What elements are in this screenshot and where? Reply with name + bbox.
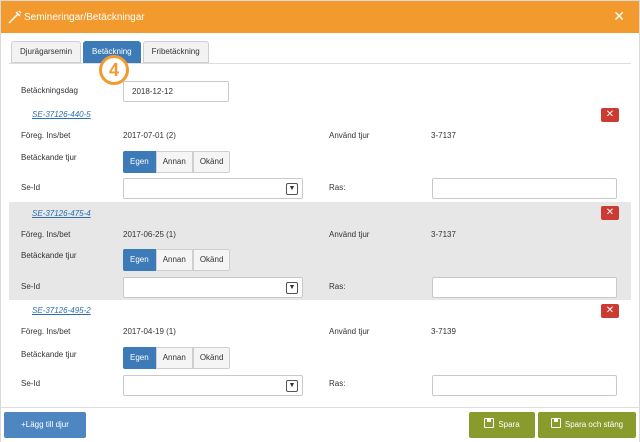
se-id-select[interactable]: ▼ — [123, 178, 303, 199]
breed-label: Ras: — [329, 282, 346, 291]
bull-used-value: 3-7137 — [431, 230, 456, 239]
se-id-label: Se-Id — [21, 282, 41, 291]
delete-icon[interactable]: ✕ — [601, 108, 619, 122]
prev-label: Föreg. Ins/bet — [21, 230, 71, 239]
chevron-down-icon[interactable]: ▼ — [286, 282, 298, 294]
option-egen[interactable]: Egen — [123, 249, 156, 271]
footer: +Lägg till djur Spara Spara och stäng — [1, 407, 639, 442]
floppy-icon — [550, 418, 561, 428]
option-egen[interactable]: Egen — [123, 151, 156, 173]
tab-djuragarsemin[interactable]: Djurägarsemin — [11, 41, 82, 63]
se-id-label: Se-Id — [21, 183, 41, 192]
bull-used-label: Använd tjur — [329, 131, 370, 140]
save-and-close-button[interactable]: Spara och stäng — [538, 412, 636, 438]
add-animal-button[interactable]: +Lägg till djur — [4, 412, 86, 438]
prev-value: 2017-04-19 (1) — [123, 327, 176, 336]
date-label: Betäckningsdag — [21, 86, 78, 95]
se-id-select[interactable]: ▼ — [123, 375, 303, 396]
bull-used-value: 3-7137 — [431, 131, 456, 140]
save-and-close-label: Spara och stäng — [564, 420, 624, 429]
option-okand[interactable]: Okänd — [192, 249, 231, 271]
tab-fribetackning[interactable]: Fribetäckning — [142, 41, 209, 63]
breed-input[interactable] — [432, 375, 617, 396]
delete-icon[interactable]: ✕ — [601, 304, 619, 318]
option-annan[interactable]: Annan — [155, 347, 193, 369]
window-title: Semineringar/Betäckningar — [24, 11, 145, 23]
bull-used-value: 3-7139 — [431, 327, 456, 336]
floppy-icon — [484, 418, 495, 428]
prev-value: 2017-07-01 (2) — [123, 131, 176, 140]
animal-id-link[interactable]: SE-37126-440-5 — [32, 110, 91, 119]
titlebar: Semineringar/Betäckningar ✕ — [1, 1, 639, 33]
breed-input[interactable] — [432, 277, 617, 298]
bull-toggle-group: Egen Annan Okänd — [123, 249, 231, 271]
covering-bull-label: Betäckande tjur — [21, 153, 77, 162]
syringe-icon — [8, 10, 22, 24]
bull-toggle-group: Egen Annan Okänd — [123, 347, 231, 369]
covering-bull-label: Betäckande tjur — [21, 350, 77, 359]
breed-input[interactable] — [432, 178, 617, 199]
save-label: Spara — [498, 420, 520, 429]
option-annan[interactable]: Annan — [155, 151, 193, 173]
prev-label: Föreg. Ins/bet — [21, 327, 71, 336]
bull-used-label: Använd tjur — [329, 230, 370, 239]
dialog: Semineringar/Betäckningar ✕ Djurägarsemi… — [0, 0, 640, 442]
option-annan[interactable]: Annan — [155, 249, 193, 271]
covering-bull-label: Betäckande tjur — [21, 251, 77, 260]
close-icon[interactable]: ✕ — [613, 9, 625, 23]
prev-label: Föreg. Ins/bet — [21, 131, 71, 140]
save-button[interactable]: Spara — [469, 412, 535, 438]
bull-used-label: Använd tjur — [329, 327, 370, 336]
option-egen[interactable]: Egen — [123, 347, 156, 369]
breed-label: Ras: — [329, 183, 346, 192]
animal-id-link[interactable]: SE-37126-495-2 — [32, 306, 91, 315]
chevron-down-icon[interactable]: ▼ — [286, 380, 298, 392]
animal-id-link[interactable]: SE-37126-475-4 — [32, 209, 91, 218]
option-okand[interactable]: Okänd — [192, 151, 231, 173]
se-id-label: Se-Id — [21, 379, 41, 388]
date-input[interactable]: 2018-12-12 — [123, 81, 229, 102]
se-id-select[interactable]: ▼ — [123, 277, 303, 298]
bull-toggle-group: Egen Annan Okänd — [123, 151, 231, 173]
option-okand[interactable]: Okänd — [192, 347, 231, 369]
breed-label: Ras: — [329, 379, 346, 388]
prev-value: 2017-06-25 (1) — [123, 230, 176, 239]
delete-icon[interactable]: ✕ — [601, 206, 619, 220]
chevron-down-icon[interactable]: ▼ — [286, 183, 298, 195]
